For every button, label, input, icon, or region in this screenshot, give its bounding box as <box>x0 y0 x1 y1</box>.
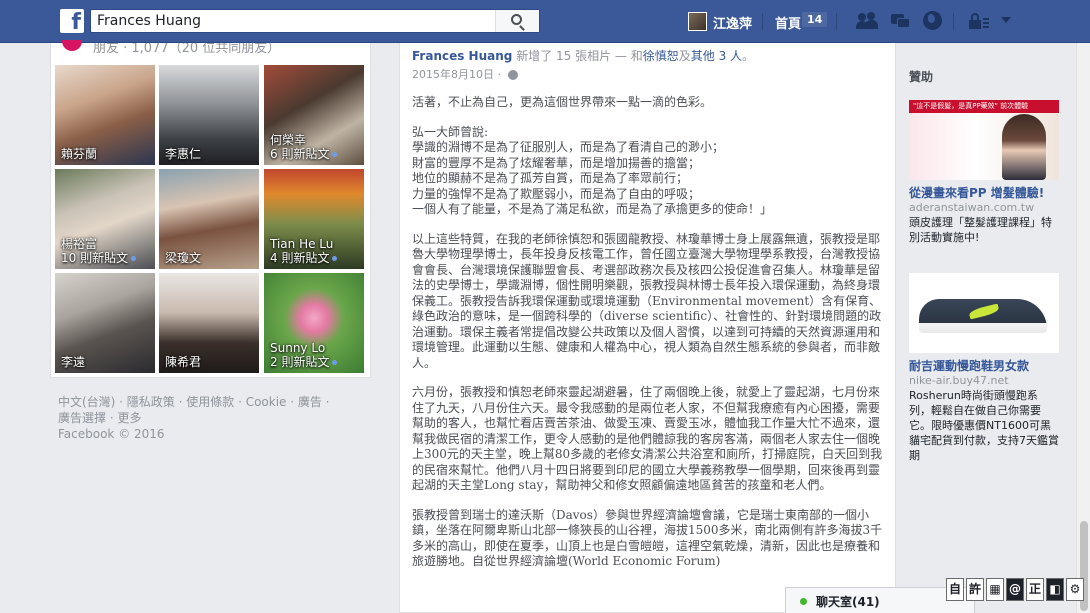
home-count-badge: 14 <box>802 12 828 27</box>
conjunction-text: 及 <box>678 49 691 63</box>
post-header: Frances Huang 新增了 15 張相片 — 和徐慎恕及其他 3 人。 <box>412 47 892 64</box>
search-button[interactable] <box>495 10 539 32</box>
friend-name: 賴芬蘭 <box>61 147 98 161</box>
friends-icon <box>62 40 82 51</box>
friends-card: 朋友 · 1,077（20 位共同朋友） 賴芬蘭 李惠仁 何榮幸 6 則新貼文 楊… <box>50 40 371 378</box>
user-avatar[interactable] <box>688 12 707 31</box>
ad-hair[interactable]: "這不是假髮，是真PP藥效" 前次體驗 從漫畫來看PP 增髮體驗! aderan… <box>909 100 1059 245</box>
divider <box>953 13 954 30</box>
friend-tile[interactable]: 李惠仁 <box>159 65 259 165</box>
ad-shoe-image[interactable] <box>909 273 1059 353</box>
footer-links-line[interactable]: 廣告選擇 · 更多 <box>58 410 358 426</box>
ad-shoes[interactable]: 耐吉運動慢跑鞋男女款 nike-air.buy47.net Rosherun時尚… <box>909 273 1059 463</box>
post-paragraph: 六月份，張教授和慎恕老師來靈起湖避暑，住了兩個晚上後，就愛上了靈起湖，七月份來住… <box>412 385 883 492</box>
copyright: Facebook © 2016 <box>58 427 165 441</box>
profile-name-link[interactable]: 江逸萍 <box>713 13 752 32</box>
search-input[interactable] <box>91 10 495 32</box>
post-paragraph: 張教授曾到瑞士的達沃斯（Davos）參與世界經濟論壇會議，它是瑞士東南部的一個小… <box>412 507 883 569</box>
ime-full-width-button[interactable]: 正 <box>1026 578 1044 601</box>
friend-tile[interactable]: 梁瓊文 <box>159 169 259 269</box>
friend-tile[interactable]: Sunny Lo 2 則新貼文 <box>264 273 364 373</box>
friend-name: 李遠 <box>61 355 86 369</box>
notifications-globe-icon[interactable] <box>922 11 944 31</box>
friend-tile[interactable]: Tian He Lu 4 則新貼文 <box>264 169 364 269</box>
ime-grid-icon[interactable]: ▦ <box>986 578 1004 601</box>
ime-input-method-button[interactable]: 許 <box>966 578 984 601</box>
friend-tile[interactable]: 賴芬蘭 <box>55 65 155 165</box>
friend-tile[interactable]: 何榮幸 6 則新貼文 <box>264 65 364 165</box>
friend-name: Sunny Lo 2 則新貼文 <box>270 341 338 369</box>
ad-banner: "這不是假髮，是真PP藥效" 前次體驗 <box>909 100 1059 113</box>
ad-domain[interactable]: aderanstaiwan.com.tw <box>909 201 1059 215</box>
ad-hair-image[interactable]: "這不是假髮，是真PP藥效" 前次體驗 <box>909 100 1059 180</box>
ime-symbol-icon[interactable]: @ <box>1006 578 1024 601</box>
friend-tile[interactable]: 李遠 <box>55 273 155 373</box>
ime-mode-button[interactable]: 自 <box>946 578 964 601</box>
sponsored-heading: 贊助 <box>909 70 934 84</box>
ime-settings-gear-icon[interactable]: ⚙ <box>1066 578 1084 601</box>
feed-post: Frances Huang 新增了 15 張相片 — 和徐慎恕及其他 3 人。 … <box>399 43 896 613</box>
ad-description: Rosherun時尚街頭慢跑系列，輕鬆自在做自己你需要它。限時優惠價NT1600… <box>909 389 1059 462</box>
privacy-shortcuts-icon[interactable] <box>968 11 990 31</box>
others-link[interactable]: 其他 3 人 <box>691 49 742 63</box>
search-icon <box>511 14 522 25</box>
post-action-text: 新增了 15 張相片 — 和 <box>512 49 643 63</box>
post-body: 活著，不止為自己，更為這個世界帶來一點一滴的色彩。 弘一大師曾說: 學識的淵博不… <box>412 95 886 584</box>
friend-name: 李惠仁 <box>165 147 202 161</box>
friend-name: 梁瓊文 <box>165 251 202 265</box>
post-timestamp[interactable]: 2015年8月10日 · <box>412 66 519 82</box>
facebook-logo-icon[interactable]: f <box>60 9 84 33</box>
online-status-icon <box>800 598 807 605</box>
ad-description: 頭皮護理「整髮護理課程」特別活動實施中! <box>909 216 1052 244</box>
friend-name: 何榮幸 6 則新貼文 <box>270 133 338 161</box>
friend-name: 楊裕富 10 則新貼文 <box>61 237 137 265</box>
page-scrollbar[interactable] <box>1076 43 1090 613</box>
search-box <box>90 9 540 33</box>
ad-title[interactable]: 耐吉運動慢跑鞋男女款 <box>909 359 1059 374</box>
friend-requests-icon[interactable] <box>856 11 878 31</box>
post-paragraph: 以上這些特質，在我的老師徐慎恕和張國龍教授、林瓊華博士身上展露無遺，張教授是耶魯… <box>412 231 882 370</box>
friend-name: 陳希君 <box>165 355 202 369</box>
ad-model-image <box>1002 114 1046 180</box>
post-author-link[interactable]: Frances Huang <box>412 49 512 63</box>
footer-links-line[interactable]: 中文(台灣) · 隱私政策 · 使用條款 · Cookie · 廣告 · <box>58 394 358 410</box>
friend-tile[interactable]: 陳希君 <box>159 273 259 373</box>
audience-public-icon[interactable] <box>508 70 519 80</box>
chat-label[interactable]: 聊天室(41) <box>816 593 880 610</box>
ime-punctuation-icon[interactable]: ◧ <box>1046 578 1064 601</box>
post-paragraph: 活著，不止為自己，更為這個世界帶來一點一滴的色彩。 <box>412 95 713 109</box>
post-paragraph: 弘一大師曾說: 學識的淵博不是為了征服別人，而是為了看清自己的渺小； 財富的豐厚… <box>412 124 773 217</box>
ad-domain[interactable]: nike-air.buy47.net <box>909 374 1059 388</box>
divider <box>762 13 763 30</box>
top-navigation-bar: f 江逸萍 首頁 14 <box>0 0 1090 43</box>
ad-title[interactable]: 從漫畫來看PP 增髮體驗! <box>909 186 1059 201</box>
account-menu-caret-icon[interactable] <box>1001 17 1011 23</box>
friend-tile[interactable]: 楊裕富 10 則新貼文 <box>55 169 155 269</box>
tagged-friend-link[interactable]: 徐慎恕 <box>643 49 679 63</box>
friend-name: Tian He Lu 4 則新貼文 <box>270 237 338 265</box>
divider <box>836 13 837 30</box>
punctuation: 。 <box>742 49 755 63</box>
footer-links: 中文(台灣) · 隱私政策 · 使用條款 · Cookie · 廣告 · 廣告選… <box>58 394 358 442</box>
messages-icon[interactable] <box>889 11 911 31</box>
home-link[interactable]: 首頁 <box>775 13 801 32</box>
